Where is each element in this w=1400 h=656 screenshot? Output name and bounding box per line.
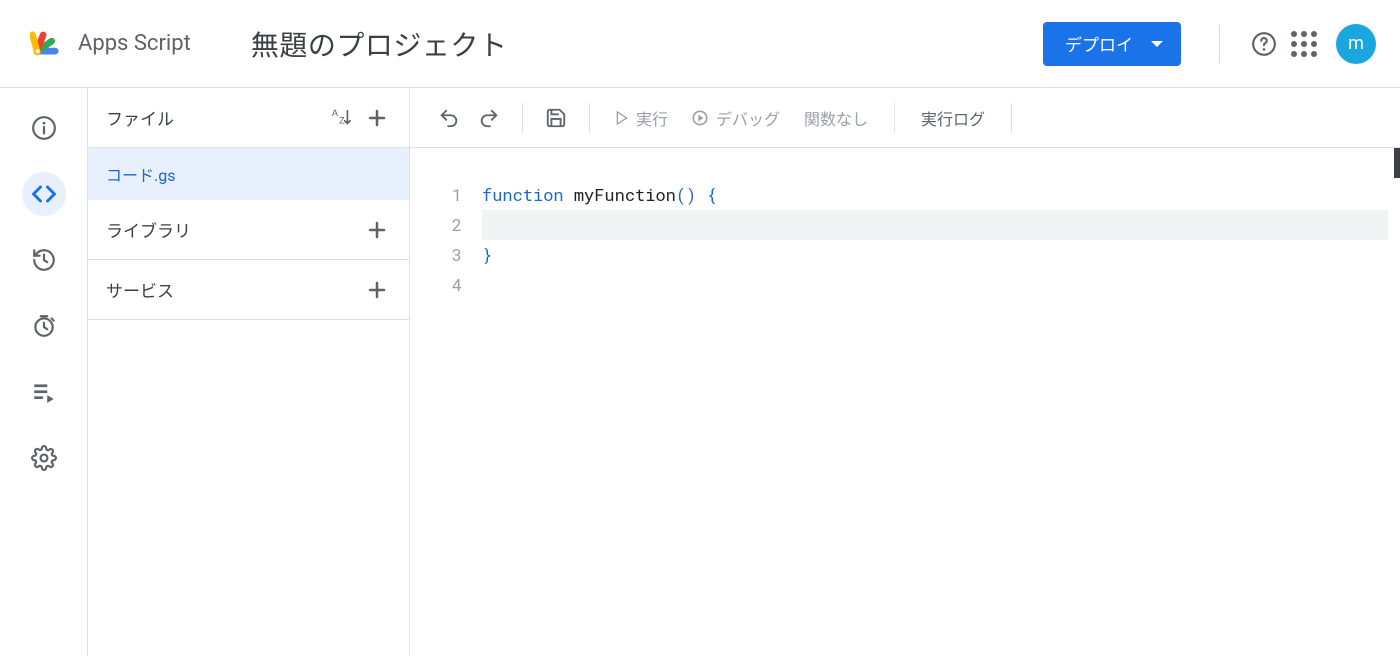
code-line[interactable]: 1function myFunction() { — [410, 180, 1400, 210]
avatar-initial: m — [1348, 33, 1364, 54]
app-header: Apps Script 無題のプロジェクト デプロイ m — [0, 0, 1400, 88]
add-file-button[interactable] — [359, 100, 395, 136]
libraries-header: ライブラリ — [88, 200, 409, 260]
google-apps-button[interactable] — [1284, 24, 1324, 64]
cursor-marker — [1394, 148, 1400, 178]
sort-az-icon: A Z — [330, 107, 352, 129]
line-number: 2 — [410, 210, 482, 240]
redo-button[interactable] — [472, 101, 506, 135]
line-number: 4 — [410, 270, 482, 300]
run-label: 実行 — [636, 106, 668, 130]
code-content — [482, 270, 1400, 300]
file-item[interactable]: コード.gs — [88, 148, 409, 200]
code-line[interactable]: 3} — [410, 240, 1400, 270]
line-number: 3 — [410, 240, 482, 270]
product-name: Apps Script — [78, 31, 191, 56]
deploy-button[interactable]: デプロイ — [1043, 22, 1181, 66]
code-content: function myFunction() { — [482, 180, 1400, 210]
plus-icon — [365, 106, 389, 130]
undo-button[interactable] — [432, 101, 466, 135]
rail-settings[interactable] — [22, 436, 66, 480]
add-library-button[interactable] — [359, 212, 395, 248]
list-play-icon — [31, 379, 57, 405]
apps-script-logo-icon — [30, 25, 68, 63]
history-icon — [31, 247, 57, 273]
toolbar-separator — [589, 103, 590, 133]
project-title[interactable]: 無題のプロジェクト — [251, 24, 508, 64]
files-label: ファイル — [106, 105, 174, 130]
sort-button[interactable]: A Z — [323, 100, 359, 136]
play-icon — [614, 110, 630, 126]
plus-icon — [365, 218, 389, 242]
apps-grid-icon — [1291, 31, 1317, 57]
caret-down-icon — [1151, 41, 1163, 47]
files-header: ファイル A Z — [88, 88, 409, 148]
rail-executions[interactable] — [22, 304, 66, 348]
services-header: サービス — [88, 260, 409, 320]
function-select-label: 関数なし — [804, 110, 868, 129]
main-area: ファイル A Z コード.gs ライブラリ — [0, 88, 1400, 656]
toolbar-separator — [1011, 103, 1012, 133]
gear-icon — [31, 445, 57, 471]
logo-block[interactable]: Apps Script — [30, 25, 191, 63]
editor-toolbar: 実行 デバッグ 関数なし 実行ログ — [410, 88, 1400, 148]
code-content: } — [482, 240, 1400, 270]
svg-text:A: A — [332, 108, 339, 118]
divider — [1219, 25, 1220, 63]
nav-rail — [0, 88, 88, 656]
toolbar-separator — [894, 103, 895, 133]
execution-log-label: 実行ログ — [921, 110, 985, 129]
editor-area: 実行 デバッグ 関数なし 実行ログ 1function myFunction()… — [410, 88, 1400, 656]
account-avatar[interactable]: m — [1336, 24, 1376, 64]
deploy-button-label: デプロイ — [1065, 31, 1133, 56]
toolbar-separator — [522, 103, 523, 133]
code-icon — [30, 180, 58, 208]
line-number: 1 — [410, 180, 482, 210]
save-icon — [545, 107, 567, 129]
clock-icon — [31, 313, 57, 339]
code-editor[interactable]: 1function myFunction() {2 3}4 — [410, 148, 1400, 656]
rail-overview[interactable] — [22, 106, 66, 150]
redo-icon — [478, 107, 500, 129]
code-line[interactable]: 2 — [410, 210, 1400, 240]
debug-label: デバッグ — [716, 106, 780, 130]
file-panel: ファイル A Z コード.gs ライブラリ — [88, 88, 410, 656]
rail-editor[interactable] — [22, 172, 66, 216]
services-label: サービス — [106, 277, 174, 302]
add-service-button[interactable] — [359, 272, 395, 308]
rail-execution-log[interactable] — [22, 370, 66, 414]
function-select[interactable]: 関数なし — [794, 106, 878, 130]
rail-triggers[interactable] — [22, 238, 66, 282]
run-button[interactable]: 実行 — [606, 106, 676, 130]
debug-icon — [690, 108, 710, 128]
plus-icon — [365, 278, 389, 302]
libraries-label: ライブラリ — [106, 217, 191, 242]
info-icon — [31, 115, 57, 141]
help-button[interactable] — [1244, 24, 1284, 64]
code-line[interactable]: 4 — [410, 270, 1400, 300]
debug-button[interactable]: デバッグ — [682, 106, 788, 130]
save-button[interactable] — [539, 101, 573, 135]
undo-icon — [438, 107, 460, 129]
file-list: コード.gs — [88, 148, 409, 200]
code-content — [482, 210, 1388, 240]
help-icon — [1251, 31, 1277, 57]
execution-log-button[interactable]: 実行ログ — [911, 106, 995, 130]
